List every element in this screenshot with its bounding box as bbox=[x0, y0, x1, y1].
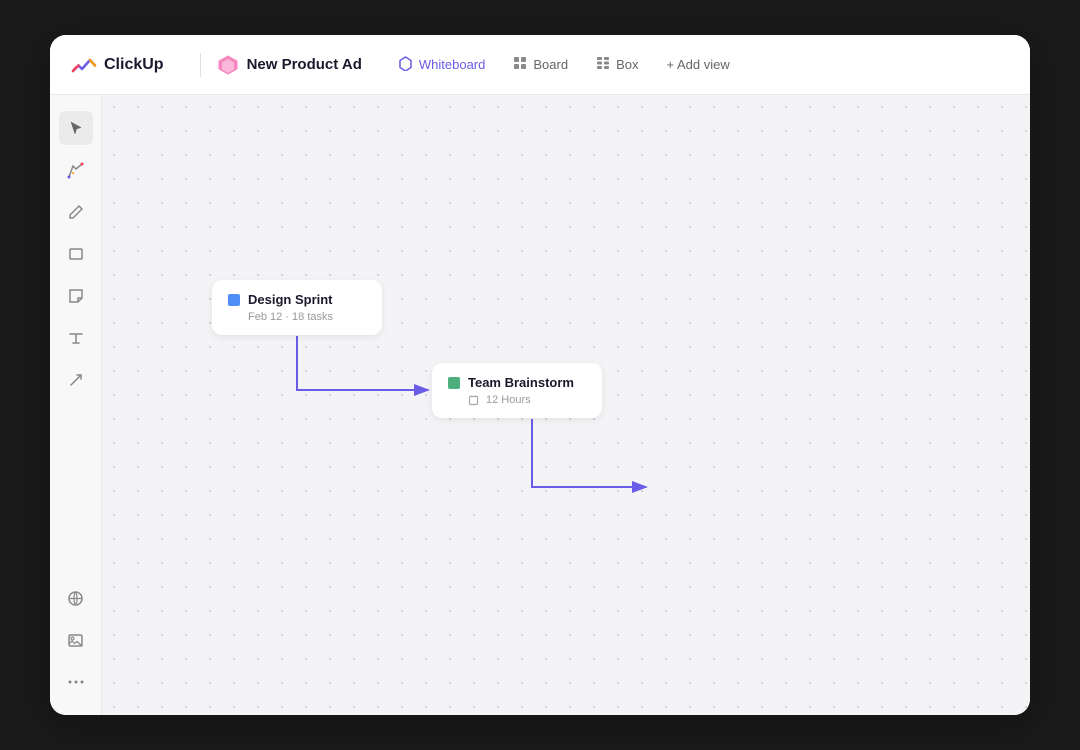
design-sprint-card[interactable]: Design Sprint Feb 12 · 18 tasks bbox=[212, 280, 382, 335]
tab-box[interactable]: Box bbox=[584, 50, 650, 79]
design-sprint-meta: Feb 12 · 18 tasks bbox=[248, 311, 366, 323]
app-window: ClickUp New Product Ad Whiteboard bbox=[50, 35, 1030, 715]
cursor-tool[interactable] bbox=[59, 111, 93, 145]
more-tools[interactable] bbox=[59, 665, 93, 699]
clock-icon bbox=[468, 395, 479, 406]
add-view-button[interactable]: + Add view bbox=[654, 51, 741, 78]
logo-text: ClickUp bbox=[104, 56, 164, 74]
project-icon bbox=[217, 54, 239, 76]
whiteboard-tab-label: Whiteboard bbox=[419, 57, 485, 72]
connector-tool[interactable] bbox=[59, 363, 93, 397]
add-view-label: + Add view bbox=[666, 57, 729, 72]
image-tool[interactable] bbox=[59, 623, 93, 657]
nav-tabs: Whiteboard Board bbox=[386, 50, 742, 80]
connector-2 bbox=[532, 419, 646, 487]
design-sprint-meta-text: Feb 12 · 18 tasks bbox=[248, 311, 333, 323]
main-area: Design Sprint Feb 12 · 18 tasks Team Bra… bbox=[50, 95, 1030, 715]
rectangle-tool[interactable] bbox=[59, 237, 93, 271]
board-tab-label: Board bbox=[533, 57, 568, 72]
header-divider bbox=[200, 53, 201, 77]
team-brainstorm-title: Team Brainstorm bbox=[468, 375, 574, 390]
clickup-logo-icon bbox=[70, 51, 98, 79]
globe-tool[interactable] bbox=[59, 581, 93, 615]
text-tool[interactable] bbox=[59, 321, 93, 355]
team-brainstorm-card-header: Team Brainstorm bbox=[448, 375, 586, 390]
design-sprint-card-header: Design Sprint bbox=[228, 292, 366, 307]
design-sprint-title: Design Sprint bbox=[248, 292, 333, 307]
header: ClickUp New Product Ad Whiteboard bbox=[50, 35, 1030, 95]
box-tab-icon bbox=[596, 56, 610, 73]
sticky-note-tool[interactable] bbox=[59, 279, 93, 313]
project-title: New Product Ad bbox=[247, 56, 362, 73]
board-tab-icon bbox=[513, 56, 527, 73]
tab-board[interactable]: Board bbox=[501, 50, 580, 79]
team-brainstorm-dot bbox=[448, 377, 460, 389]
left-toolbar bbox=[50, 95, 102, 715]
tab-whiteboard[interactable]: Whiteboard bbox=[386, 50, 497, 80]
team-brainstorm-meta-text: 12 Hours bbox=[486, 394, 531, 406]
team-brainstorm-card[interactable]: Team Brainstorm 12 Hours bbox=[432, 363, 602, 418]
magic-pen-tool[interactable] bbox=[59, 153, 93, 187]
whiteboard-tab-icon bbox=[398, 56, 413, 74]
box-tab-label: Box bbox=[616, 57, 638, 72]
pen-tool[interactable] bbox=[59, 195, 93, 229]
logo-area[interactable]: ClickUp bbox=[70, 51, 164, 79]
design-sprint-dot bbox=[228, 294, 240, 306]
canvas[interactable]: Design Sprint Feb 12 · 18 tasks Team Bra… bbox=[102, 95, 1030, 715]
team-brainstorm-meta: 12 Hours bbox=[468, 394, 586, 406]
connector-1 bbox=[297, 336, 428, 390]
